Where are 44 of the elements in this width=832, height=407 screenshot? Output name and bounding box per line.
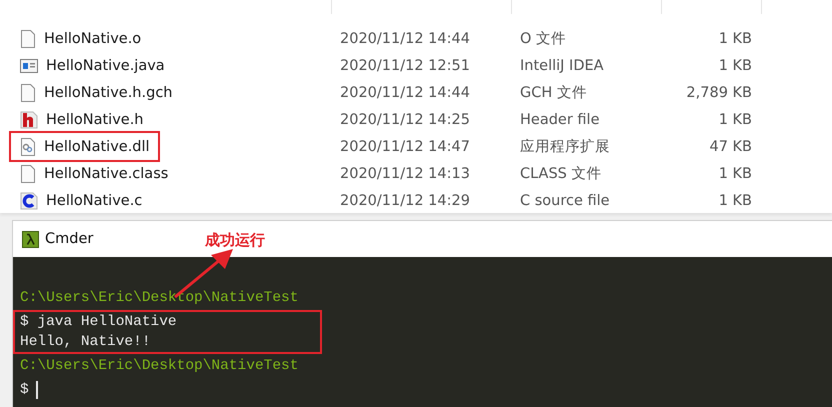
file-name[interactable]: HelloNative.java bbox=[46, 58, 165, 74]
window-file-icon bbox=[20, 58, 38, 72]
file-size: 1 KB bbox=[718, 192, 753, 208]
file-size: 2,789 KB bbox=[685, 84, 753, 100]
gear-file-icon bbox=[20, 138, 36, 156]
file-type: GCH 文件 bbox=[519, 84, 588, 102]
file-name[interactable]: HelloNative.c bbox=[46, 192, 142, 208]
file-name[interactable]: HelloNative.h.gch bbox=[44, 84, 172, 100]
file-name[interactable]: HelloNative.h bbox=[46, 112, 144, 128]
file-date: 2020/11/12 14:13 bbox=[339, 166, 471, 182]
blank-file-icon bbox=[20, 84, 36, 102]
file-type: Header file bbox=[519, 112, 600, 128]
file-type: 应用程序扩展 bbox=[519, 138, 611, 156]
h-file-icon bbox=[20, 110, 38, 128]
file-date: 2020/11/12 14:29 bbox=[339, 192, 471, 208]
lambda-icon bbox=[22, 230, 39, 248]
annotation-text: 成功运行 bbox=[205, 231, 265, 250]
file-size: 47 KB bbox=[708, 138, 753, 154]
command-text: $ java HelloNative bbox=[20, 313, 177, 332]
window-title: Cmder bbox=[45, 231, 94, 247]
file-name[interactable]: HelloNative.class bbox=[44, 166, 168, 182]
file-size: 1 KB bbox=[718, 58, 753, 74]
output-text: Hello, Native!! bbox=[20, 333, 151, 352]
file-size: 1 KB bbox=[718, 166, 753, 182]
file-date: 2020/11/12 14:44 bbox=[339, 84, 471, 100]
file-size: 1 KB bbox=[718, 30, 753, 46]
c-file-icon bbox=[20, 192, 38, 210]
file-name[interactable]: HelloNative.dll bbox=[44, 138, 150, 154]
file-type: IntelliJ IDEA bbox=[519, 58, 605, 74]
prompt-path: C:\Users\Eric\Desktop\NativeTest bbox=[20, 289, 298, 308]
file-date: 2020/11/12 14:44 bbox=[339, 30, 471, 46]
file-type: O 文件 bbox=[519, 30, 568, 48]
file-date: 2020/11/12 14:25 bbox=[339, 112, 471, 128]
text-cursor bbox=[36, 381, 38, 399]
prompt-sign: $ bbox=[20, 381, 29, 400]
file-size: 1 KB bbox=[718, 112, 753, 128]
file-name[interactable]: HelloNative.o bbox=[44, 30, 142, 46]
file-type: C source file bbox=[519, 192, 611, 208]
file-type: CLASS 文件 bbox=[519, 165, 602, 183]
blank-file-icon bbox=[20, 164, 36, 182]
blank-file-icon bbox=[20, 30, 36, 48]
file-date: 2020/11/12 14:47 bbox=[339, 138, 471, 154]
file-date: 2020/11/12 12:51 bbox=[339, 58, 471, 74]
prompt-path: C:\Users\Eric\Desktop\NativeTest bbox=[20, 357, 298, 376]
